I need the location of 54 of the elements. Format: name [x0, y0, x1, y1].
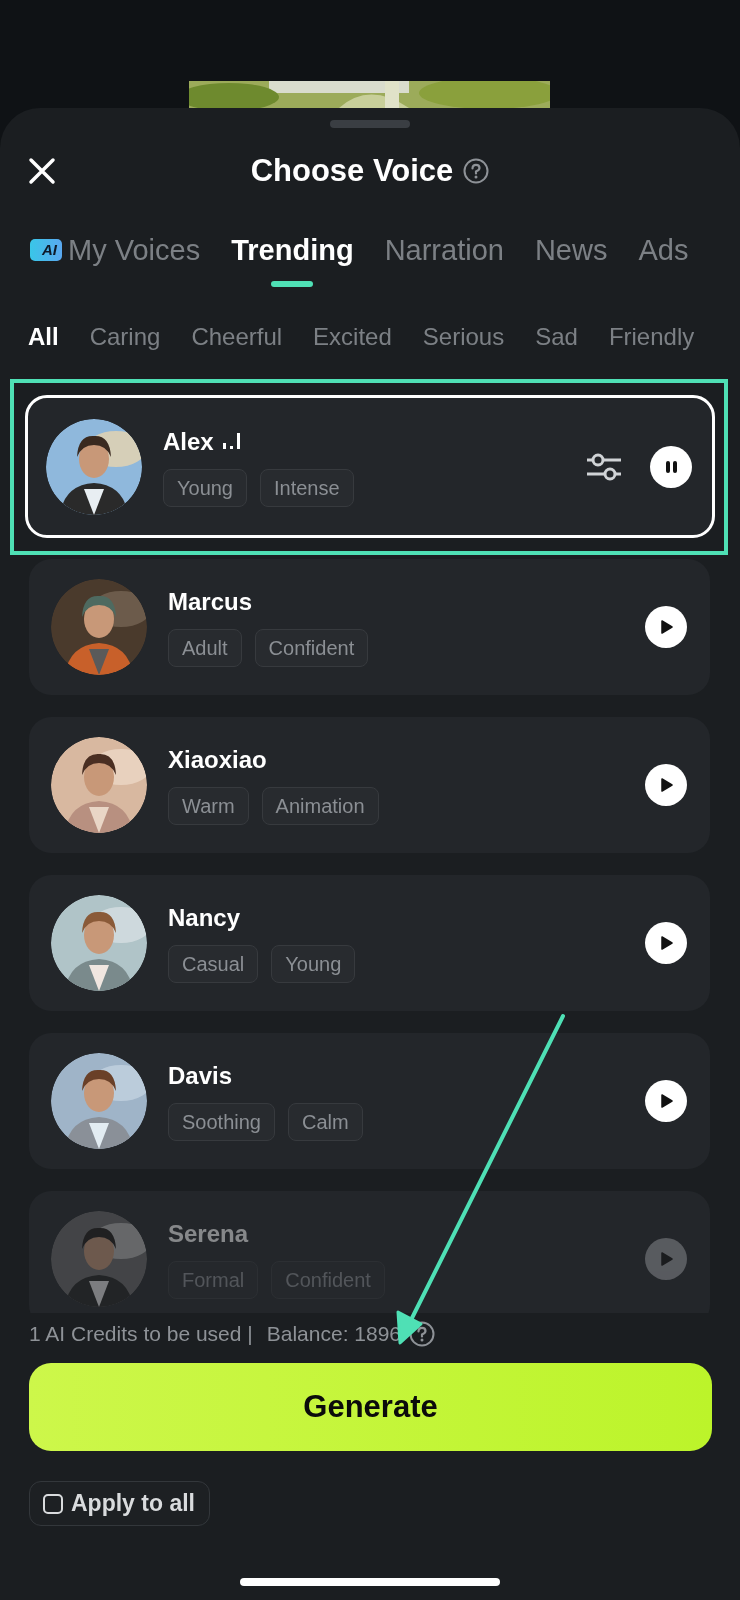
category-tab[interactable]: News	[534, 234, 608, 266]
voice-card[interactable]: Davis Soothing Calm	[29, 1033, 710, 1169]
category-tab[interactable]: Trending	[231, 234, 354, 266]
drag-handle[interactable]	[330, 120, 410, 128]
checkbox[interactable]	[43, 1493, 63, 1514]
sheet-title: Choose Voice	[250, 153, 454, 189]
voice-tag: Adult	[168, 629, 242, 667]
voice-name: Alex	[163, 426, 214, 457]
filter-tab[interactable]: Excited	[313, 322, 392, 352]
help-icon[interactable]	[463, 158, 490, 184]
category-tab[interactable]: Narration	[384, 234, 504, 266]
filter-tab[interactable]: Caring	[89, 322, 161, 352]
voice-tag: Animation	[261, 787, 379, 825]
filter-tab[interactable]: Cheerful	[191, 322, 283, 352]
apply-to-all-checkbox[interactable]: Apply to all	[29, 1481, 210, 1526]
voice-tag: Warm	[168, 787, 249, 825]
filter-tab[interactable]: Friendly	[608, 322, 695, 352]
play-icon	[658, 1251, 674, 1267]
voice-name: Nancy	[168, 903, 241, 933]
play-icon	[658, 619, 674, 635]
voice-card[interactable]: Nancy Casual Young	[29, 875, 710, 1011]
voice-tag: Intense	[260, 468, 354, 507]
play-icon	[658, 777, 674, 793]
play-button[interactable]	[645, 764, 687, 806]
category-tab[interactable]: AI My Voices	[30, 234, 201, 266]
play-icon	[658, 935, 674, 951]
pause-icon	[663, 458, 679, 475]
voice-tag: Casual	[168, 945, 259, 983]
voice-card[interactable]: Xiaoxiao Warm Animation	[29, 717, 710, 853]
category-tab[interactable]: Ads	[638, 234, 689, 266]
play-icon	[658, 1093, 674, 1109]
play-button[interactable]	[645, 606, 687, 648]
voice-card[interactable]: Alex Young Intense	[25, 395, 715, 538]
voice-card[interactable]: Marcus Adult Confident	[29, 559, 710, 695]
filter-tab[interactable]: All	[28, 322, 59, 352]
voice-name: Davis	[168, 1061, 233, 1091]
voice-tag: Soothing	[168, 1103, 275, 1141]
credits-text: 1 AI Credits to be used |	[29, 1322, 253, 1346]
voice-tag: Calm	[287, 1103, 363, 1141]
close-icon[interactable]	[26, 155, 58, 187]
voice-name: Marcus	[168, 587, 253, 617]
filter-tab[interactable]: Serious	[422, 322, 505, 352]
tab-indicator	[271, 281, 314, 287]
play-button[interactable]	[645, 922, 687, 964]
voice-name: Xiaoxiao	[168, 745, 267, 775]
voice-name: Serena	[168, 1219, 249, 1249]
pause-button[interactable]	[650, 445, 692, 488]
ai-badge: AI	[30, 239, 62, 261]
voice-tag: Young	[271, 945, 356, 983]
play-button[interactable]	[645, 1080, 687, 1122]
voice-tag: Confident	[254, 629, 369, 667]
generate-button[interactable]: Generate	[29, 1363, 712, 1451]
voice-tag: Young	[163, 468, 247, 507]
filter-tab[interactable]: Sad	[535, 322, 578, 352]
